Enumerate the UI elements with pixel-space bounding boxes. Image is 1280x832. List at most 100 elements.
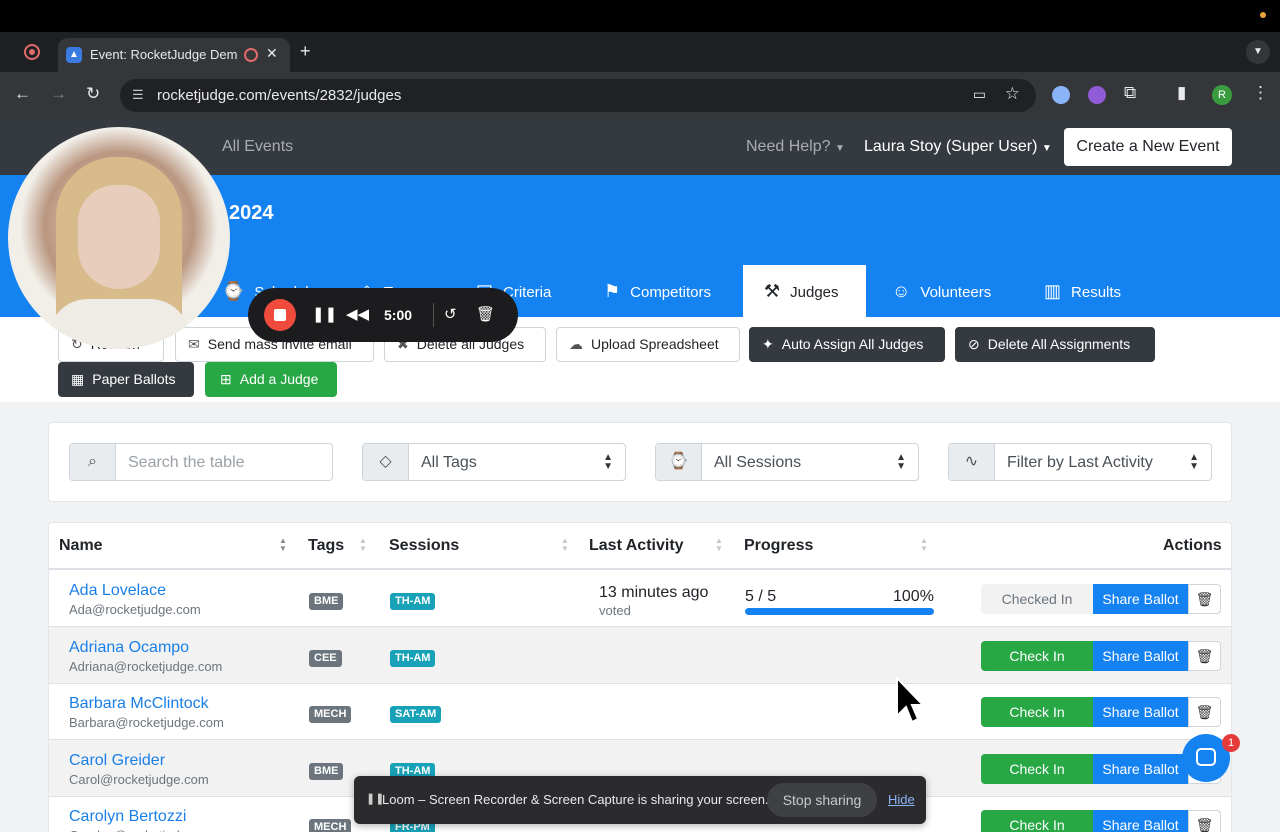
judge-email: Adriana@rocketjudge.com [69, 658, 223, 674]
tag-badge: CEE [309, 649, 342, 667]
tab-results[interactable]: ▥ Results [1044, 265, 1121, 317]
check-in-button[interactable]: Check In [981, 753, 1093, 784]
activity-select[interactable]: Filter by Last Activity [1007, 454, 1153, 472]
header-progress[interactable]: Progress [744, 523, 813, 568]
tab-judges[interactable]: ⚒ Judges [743, 265, 866, 317]
status-dot [1260, 12, 1266, 18]
share-ballot-button[interactable]: Share Ballot [1093, 584, 1188, 614]
share-ballot-button[interactable]: Share Ballot [1093, 753, 1188, 784]
site-settings-icon[interactable]: ☰ [132, 87, 144, 103]
tag-badge: BME [309, 762, 344, 780]
camera-icon[interactable]: ▭ [973, 86, 986, 103]
webcam-bubble[interactable] [8, 127, 230, 349]
judge-name-link[interactable]: Ada Lovelace [69, 582, 166, 600]
restart-icon[interactable]: ↺ [444, 305, 457, 323]
header-name[interactable]: Name [59, 523, 103, 568]
extensions-icon[interactable]: ⧉ [1124, 83, 1136, 103]
header-last-activity[interactable]: Last Activity [589, 523, 684, 568]
forward-icon[interactable]: → [50, 84, 67, 104]
paper-ballots-button[interactable]: ▦ Paper Ballots [58, 362, 194, 397]
delete-assignments-button[interactable]: ⊘ Delete All Assignments [955, 327, 1155, 362]
star-icon[interactable]: ☆ [1005, 84, 1020, 104]
tab-search-icon[interactable]: ▼ [1246, 40, 1270, 64]
delete-judge-trash-icon[interactable]: 🗑 [1188, 810, 1221, 832]
ballot-icon: ▦ [71, 371, 85, 387]
sort-icon[interactable]: ▲ ▼ [715, 537, 723, 553]
browser-tab-active[interactable]: ▲ Event: RocketJudge Demo ✕ [58, 38, 290, 72]
sessions-filter[interactable]: ⌚ All Sessions ▲ ▼ [655, 443, 919, 481]
share-ballot-button[interactable]: Share Ballot [1093, 640, 1188, 671]
checked-in-button[interactable]: Checked In [981, 584, 1093, 614]
search-input[interactable]: Search the table [128, 454, 245, 472]
back-icon[interactable]: ← [14, 84, 31, 104]
reload-icon[interactable]: ↻ [86, 84, 100, 104]
gavel-icon: ⚒ [764, 281, 781, 301]
rewind-icon[interactable]: ◀◀ [346, 305, 369, 323]
create-event-button[interactable]: Create a New Event [1064, 128, 1232, 166]
search-icon: ⌕ [70, 444, 116, 480]
add-judge-label: Add a Judge [239, 371, 319, 387]
rocket-favicon-icon: ▲ [66, 47, 82, 63]
sessions-select[interactable]: All Sessions [714, 454, 801, 472]
judge-name-link[interactable]: Adriana Ocampo [69, 639, 189, 657]
tab-close-icon[interactable]: ✕ [266, 45, 278, 62]
menu-icon[interactable]: ⋮ [1252, 83, 1269, 103]
activity-filter[interactable]: ∿ Filter by Last Activity ▲ ▼ [948, 443, 1212, 481]
nav-user-menu[interactable]: Laura Stoy (Super User) ▼ [864, 138, 1052, 156]
caret-down-icon: ▼ [1041, 143, 1052, 154]
delete-judge-trash-icon[interactable]: 🗑 [1188, 697, 1221, 727]
share-message: Loom – Screen Recorder & Screen Capture … [382, 792, 769, 807]
mouse-cursor-icon [896, 676, 925, 724]
trash-icon[interactable]: 🗑 [476, 305, 495, 323]
table-row: Adriana Ocampo Adriana@rocketjudge.com CEE… [49, 626, 1231, 684]
delete-judge-trash-icon[interactable]: 🗑 [1188, 584, 1221, 614]
share-ballot-button[interactable]: Share Ballot [1093, 697, 1188, 727]
tab-competitors[interactable]: ⚑ Competitors [604, 265, 711, 317]
address-bar[interactable]: ☰ rocketjudge.com/events/2832/judges ▭ ☆ [120, 79, 1036, 112]
tags-filter[interactable]: ◇ All Tags ▲ ▼ [362, 443, 626, 481]
tab-volunteers[interactable]: ☺ Volunteers [892, 265, 991, 317]
upload-spreadsheet-button[interactable]: ☁ Upload Spreadsheet [556, 327, 740, 362]
share-ballot-button[interactable]: Share Ballot [1093, 810, 1188, 832]
stop-sharing-button[interactable]: Stop sharing [767, 783, 877, 817]
delete-judge-trash-icon[interactable]: 🗑 [1188, 640, 1221, 671]
check-in-button[interactable]: Check In [981, 697, 1093, 727]
sort-icon[interactable]: ▲ ▼ [920, 537, 928, 553]
new-tab-icon[interactable]: + [300, 41, 311, 62]
sort-icon[interactable]: ▲ ▼ [359, 537, 367, 553]
sort-icon[interactable]: ▲ ▼ [279, 537, 287, 553]
tab-recording-icon [244, 48, 258, 62]
check-in-button[interactable]: Check In [981, 810, 1093, 832]
browser-toolbar: ← → ↻ ☰ rocketjudge.com/events/2832/judg… [0, 72, 1280, 119]
nav-all-events[interactable]: All Events [222, 138, 293, 156]
extension-1-icon[interactable] [1052, 86, 1070, 104]
stop-recording-button[interactable] [264, 299, 296, 331]
search-group[interactable]: ⌕ Search the table [69, 443, 333, 481]
delete-assignments-label: Delete All Assignments [987, 336, 1131, 352]
extension-2-icon[interactable] [1088, 86, 1106, 104]
hide-link[interactable]: Hide [888, 792, 915, 807]
judge-name-link[interactable]: Carol Greider [69, 752, 165, 770]
pause-icon[interactable]: ❚❚ [312, 305, 337, 323]
add-judge-button[interactable]: ⊞ Add a Judge [205, 362, 337, 397]
tags-select[interactable]: All Tags [421, 454, 477, 472]
auto-assign-button[interactable]: ✦ Auto Assign All Judges [749, 327, 945, 362]
sort-icon[interactable]: ▲ ▼ [561, 537, 569, 553]
profile-avatar[interactable]: R [1212, 85, 1232, 105]
session-badge: SAT-AM [390, 706, 442, 723]
judge-name-link[interactable]: Carolyn Bertozzi [69, 808, 186, 826]
progress-bar [745, 608, 934, 615]
progress-count: 5 / 5 [745, 588, 777, 605]
upload-label: Upload Spreadsheet [591, 336, 719, 352]
judge-email: Carolyn@rocketjudge.com [69, 828, 222, 832]
header-tags[interactable]: Tags [308, 523, 344, 568]
tab-title: Event: RocketJudge Demo [90, 47, 238, 62]
magic-wand-icon: ✦ [762, 336, 774, 352]
chat-badge: 1 [1222, 734, 1240, 752]
tag-badge: MECH [309, 706, 352, 723]
sidepanel-icon[interactable]: ▮ [1177, 83, 1186, 103]
nav-need-help[interactable]: Need Help? ▼ [746, 138, 845, 156]
check-in-button[interactable]: Check In [981, 640, 1093, 671]
judge-name-link[interactable]: Barbara McClintock [69, 695, 209, 713]
header-sessions[interactable]: Sessions [389, 523, 459, 568]
